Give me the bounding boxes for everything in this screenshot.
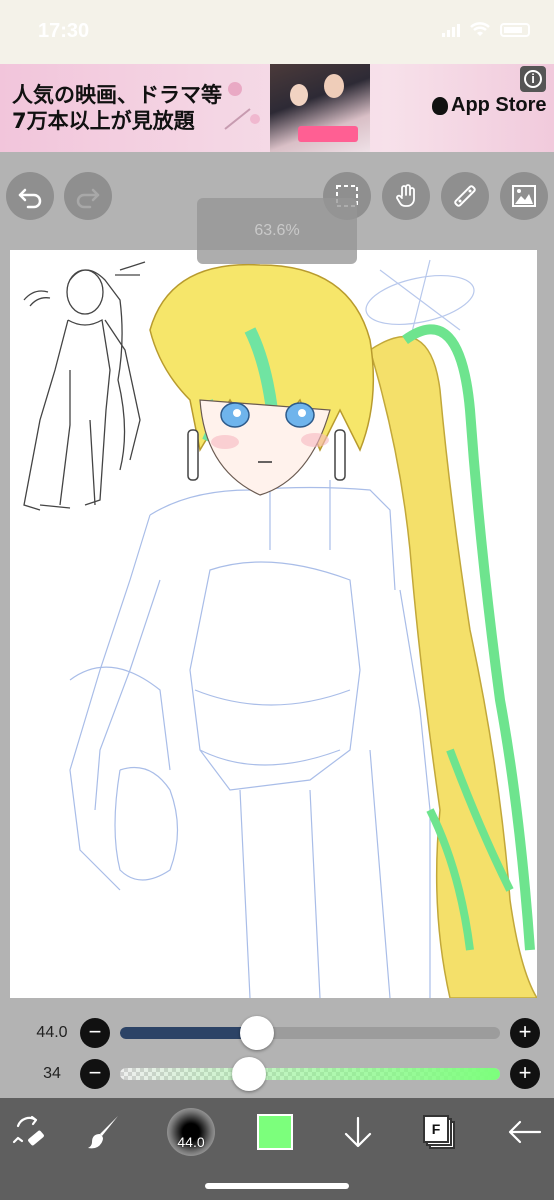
- ad-image: [270, 64, 370, 152]
- body-sketch: [69, 480, 431, 998]
- battery-icon: [500, 23, 530, 37]
- transform-button[interactable]: [2, 1104, 58, 1160]
- color-picker-button[interactable]: [247, 1104, 303, 1160]
- undo-icon: [18, 188, 42, 209]
- opacity-slider[interactable]: [120, 1068, 500, 1080]
- info-icon: i: [524, 70, 542, 88]
- redo-button[interactable]: [64, 172, 112, 220]
- back-arrow-icon: [508, 1120, 542, 1144]
- opacity-decrease-button[interactable]: −: [80, 1059, 110, 1089]
- ad-decoration-icon: [224, 82, 260, 130]
- brush-size-button[interactable]: 44.0: [163, 1104, 219, 1160]
- brush-size-decrease-button[interactable]: −: [80, 1018, 110, 1048]
- ad-line-2: 7万本以上が見放題: [12, 109, 195, 133]
- hand-tool-icon: [396, 184, 415, 207]
- back-button[interactable]: [496, 1104, 552, 1160]
- opacity-gradient: [120, 1068, 500, 1080]
- layers-label: F: [423, 1115, 449, 1143]
- app-store-label: App Store: [451, 94, 547, 116]
- transform-icon: [12, 1115, 44, 1146]
- artwork: [23, 259, 537, 998]
- brush-size-fill: [120, 1027, 257, 1039]
- bottom-toolbar: 44.0 F: [0, 1098, 554, 1200]
- wifi-icon: [470, 22, 490, 36]
- status-time: 17:30: [38, 20, 90, 42]
- move-down-icon: [344, 1116, 372, 1148]
- brush-size-value: 44.0: [36, 1024, 68, 1041]
- image-icon: [512, 185, 536, 207]
- redo-icon: [76, 188, 100, 209]
- image-button[interactable]: [500, 172, 548, 220]
- status-icons: [442, 22, 530, 38]
- brush-size-slider-row: 44.0 − +: [0, 1016, 554, 1050]
- ad-banner[interactable]: 人気の映画、ドラマ等 7万本以上が見放題 App Store i: [0, 64, 554, 152]
- drawing-canvas[interactable]: [10, 250, 537, 998]
- layers-icon: F: [423, 1115, 457, 1149]
- brush-icon: [88, 1116, 118, 1149]
- ruler-button[interactable]: [441, 172, 489, 220]
- brush-preview-icon: 44.0: [167, 1108, 215, 1156]
- brush-size-increase-button[interactable]: +: [510, 1018, 540, 1048]
- current-color-swatch: [257, 1114, 293, 1150]
- ad-info-button[interactable]: i: [520, 66, 546, 92]
- ad-line-1: 人気の映画、ドラマ等: [12, 83, 222, 107]
- cellular-signal-icon: [442, 23, 460, 37]
- reference-sketch: [23, 261, 146, 511]
- opacity-increase-button[interactable]: +: [510, 1059, 540, 1089]
- zoom-indicator: 63.6%: [197, 198, 357, 264]
- status-bar: 17:30: [0, 0, 554, 64]
- apple-icon: [432, 96, 448, 115]
- layers-button[interactable]: F: [412, 1104, 468, 1160]
- opacity-value: 34: [43, 1065, 61, 1082]
- opacity-thumb[interactable]: [232, 1057, 267, 1091]
- undo-button[interactable]: [6, 172, 54, 220]
- brush-tool-button[interactable]: [76, 1104, 132, 1160]
- ruler-icon: [454, 185, 476, 207]
- home-indicator[interactable]: [205, 1183, 349, 1189]
- opacity-slider-row: 34 − +: [0, 1057, 554, 1091]
- brush-size-slider[interactable]: [120, 1027, 500, 1039]
- brush-size-label: 44.0: [177, 1134, 205, 1150]
- ponytail: [369, 335, 537, 998]
- brush-size-thumb[interactable]: [239, 1016, 274, 1050]
- ad-text: 人気の映画、ドラマ等 7万本以上が見放題: [12, 82, 222, 134]
- hand-tool-button[interactable]: [382, 172, 430, 220]
- app-store-button[interactable]: App Store: [432, 94, 547, 117]
- move-down-button[interactable]: [330, 1104, 386, 1160]
